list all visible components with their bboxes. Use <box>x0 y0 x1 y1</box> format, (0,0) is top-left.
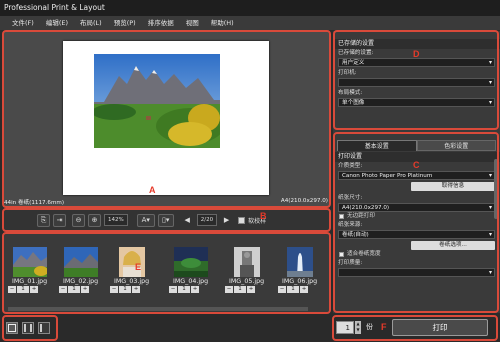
region-view-outline <box>2 315 58 341</box>
region-a-outline <box>2 30 331 208</box>
region-f-outline <box>332 315 498 341</box>
region-c-outline <box>333 132 499 313</box>
menu-sort[interactable]: 排序依据 <box>142 16 180 30</box>
region-e-outline <box>2 232 331 314</box>
menu-view[interactable]: 视图 <box>180 16 205 30</box>
menu-edit[interactable]: 编辑(E) <box>40 16 74 30</box>
menu-layout[interactable]: 布局(L) <box>74 16 108 30</box>
menu-help[interactable]: 帮助(H) <box>205 16 240 30</box>
region-d-outline <box>333 30 499 130</box>
menu-preview[interactable]: 预览(P) <box>108 16 142 30</box>
menu-file[interactable]: 文件(F) <box>6 16 40 30</box>
region-b-outline <box>2 208 331 232</box>
window-title: Professional Print & Layout <box>0 0 500 16</box>
menu-bar: 文件(F) 编辑(E) 布局(L) 预览(P) 排序依据 视图 帮助(H) <box>0 16 500 30</box>
